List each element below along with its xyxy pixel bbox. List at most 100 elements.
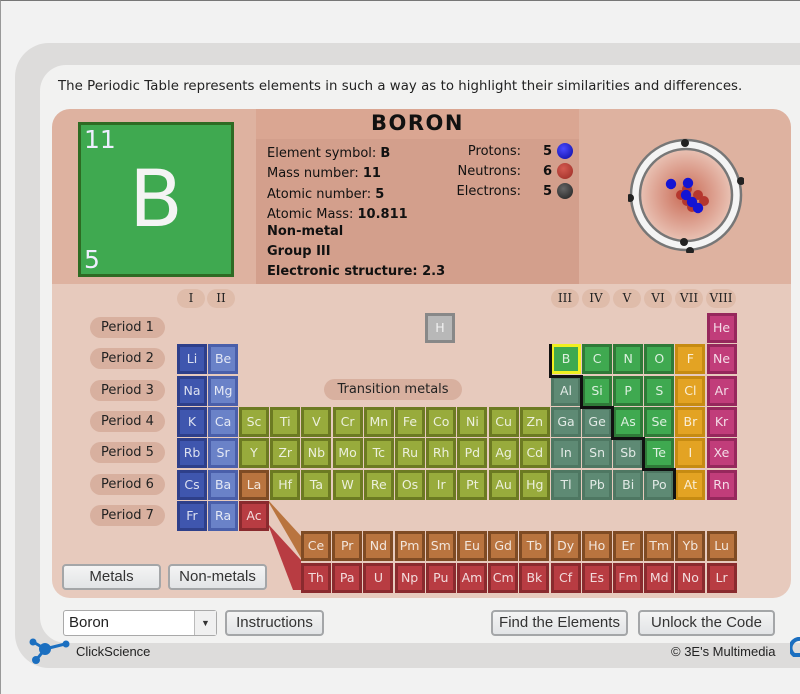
element-cell[interactable]: Ge	[582, 406, 613, 437]
element-cell[interactable]: Hf	[270, 469, 301, 500]
element-cell[interactable]: Na	[177, 375, 207, 406]
element-cell[interactable]: La	[239, 469, 269, 500]
element-cell[interactable]: Po	[644, 469, 675, 500]
element-cell[interactable]: Y	[239, 438, 269, 469]
metals-button[interactable]: Metals	[62, 564, 161, 590]
lanthanide-cell[interactable]: Eu	[457, 531, 487, 561]
element-cell[interactable]: Pt	[457, 469, 488, 500]
element-cell[interactable]: F	[675, 344, 706, 375]
element-cell[interactable]: I	[675, 438, 706, 469]
element-cell[interactable]: He	[706, 313, 737, 343]
element-cell[interactable]: Se	[644, 406, 675, 437]
element-cell[interactable]: Rb	[177, 438, 207, 469]
element-cell[interactable]: S	[644, 375, 675, 406]
instructions-button[interactable]: Instructions	[225, 610, 324, 636]
element-cell[interactable]: Ba	[208, 469, 239, 500]
element-cell[interactable]: As	[613, 406, 644, 437]
actinide-cell[interactable]: Th	[301, 563, 331, 593]
element-cell[interactable]: K	[177, 406, 207, 437]
lanthanide-cell[interactable]: Lu	[706, 531, 737, 561]
element-cell[interactable]: Sn	[582, 438, 613, 469]
element-cell[interactable]: Os	[395, 469, 425, 500]
actinide-cell[interactable]: Cf	[550, 563, 581, 593]
actinide-cell[interactable]: Lr	[706, 563, 737, 593]
element-cell[interactable]: Ca	[208, 406, 239, 437]
element-cell[interactable]: Si	[582, 375, 613, 406]
element-cell[interactable]: Al	[551, 375, 581, 406]
element-cell[interactable]: N	[613, 344, 644, 375]
element-cell[interactable]: P	[613, 375, 644, 406]
actinide-cell[interactable]: Es	[581, 563, 612, 593]
element-cell[interactable]: Tl	[551, 469, 581, 500]
element-cell[interactable]: Pb	[582, 469, 613, 500]
lanthanide-cell[interactable]: Pm	[394, 531, 425, 561]
element-cell[interactable]: Re	[363, 469, 394, 500]
element-cell[interactable]: Nb	[301, 438, 332, 469]
lanthanide-cell[interactable]: Er	[613, 531, 643, 561]
element-cell[interactable]: Rn	[706, 469, 737, 500]
element-cell[interactable]: Ne	[706, 344, 737, 375]
actinide-cell[interactable]: Pu	[425, 563, 456, 593]
lanthanide-cell[interactable]: Tb	[519, 531, 550, 561]
element-cell[interactable]: Ru	[395, 438, 425, 469]
element-cell[interactable]: Ni	[457, 406, 488, 437]
element-cell[interactable]: Rh	[426, 438, 457, 469]
element-cell[interactable]: Au	[488, 469, 519, 500]
element-cell[interactable]: Mn	[363, 406, 394, 437]
find-elements-button[interactable]: Find the Elements	[491, 610, 628, 636]
actinide-cell[interactable]: Np	[394, 563, 425, 593]
lanthanide-cell[interactable]: Ce	[301, 531, 331, 561]
element-cell[interactable]: Ta	[301, 469, 332, 500]
actinide-cell[interactable]: Am	[457, 563, 487, 593]
element-cell[interactable]: Sr	[208, 438, 239, 469]
element-cell[interactable]: Ga	[551, 406, 581, 437]
element-cell[interactable]: Ag	[488, 438, 519, 469]
element-cell[interactable]: Fe	[395, 406, 425, 437]
actinide-cell[interactable]: Md	[644, 563, 675, 593]
element-cell[interactable]: Zr	[270, 438, 301, 469]
element-cell[interactable]: Cd	[519, 438, 550, 469]
unlock-code-button[interactable]: Unlock the Code	[638, 610, 775, 636]
element-cell[interactable]: Mo	[332, 438, 363, 469]
element-cell[interactable]: Ra	[208, 500, 239, 531]
actinide-cell[interactable]: No	[675, 563, 706, 593]
element-cell[interactable]: Fr	[177, 500, 207, 531]
element-cell[interactable]: Mg	[208, 375, 239, 406]
actinide-cell[interactable]: Bk	[519, 563, 550, 593]
actinide-cell[interactable]: Cm	[488, 563, 519, 593]
lanthanide-cell[interactable]: Ho	[581, 531, 612, 561]
element-cell[interactable]: In	[551, 438, 581, 469]
element-cell[interactable]: Br	[675, 406, 706, 437]
actinide-cell[interactable]: U	[363, 563, 394, 593]
element-cell[interactable]: Li	[177, 344, 207, 375]
lanthanide-cell[interactable]: Gd	[488, 531, 519, 561]
element-cell[interactable]: Cl	[675, 375, 706, 406]
element-cell[interactable]: Pd	[457, 438, 488, 469]
element-cell[interactable]: Bi	[613, 469, 644, 500]
element-cell[interactable]: Be	[208, 344, 239, 375]
element-cell[interactable]: H	[425, 313, 455, 343]
element-cell[interactable]: Kr	[706, 406, 737, 437]
element-select[interactable]: Boron ▼	[63, 610, 217, 636]
element-cell[interactable]: Cr	[332, 406, 363, 437]
dropdown-arrow-icon[interactable]: ▼	[194, 611, 216, 635]
element-cell[interactable]: Cu	[488, 406, 519, 437]
element-cell[interactable]: Ti	[270, 406, 301, 437]
element-cell[interactable]: Tc	[363, 438, 394, 469]
lanthanide-cell[interactable]: Nd	[363, 531, 394, 561]
lanthanide-cell[interactable]: Sm	[425, 531, 456, 561]
lanthanide-cell[interactable]: Pr	[332, 531, 363, 561]
non-metals-button[interactable]: Non-metals	[168, 564, 267, 590]
element-cell[interactable]: Co	[426, 406, 457, 437]
lanthanide-cell[interactable]: Yb	[675, 531, 706, 561]
element-cell[interactable]: O	[644, 344, 675, 375]
element-cell[interactable]: Ir	[426, 469, 457, 500]
element-cell[interactable]: W	[332, 469, 363, 500]
element-cell[interactable]: Zn	[519, 406, 550, 437]
actinide-cell[interactable]: Pa	[332, 563, 363, 593]
element-cell[interactable]: Te	[644, 438, 675, 469]
element-cell[interactable]: C	[582, 344, 613, 375]
element-cell[interactable]: Hg	[519, 469, 550, 500]
element-cell[interactable]: Xe	[706, 438, 737, 469]
lanthanide-cell[interactable]: Dy	[550, 531, 581, 561]
